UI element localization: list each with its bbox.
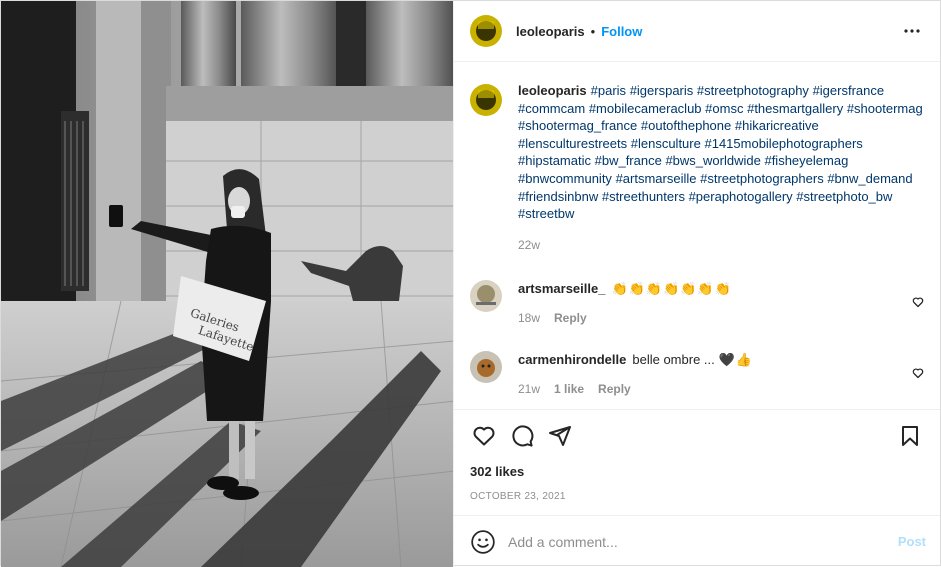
- hashtag-link[interactable]: #bws_worldwide: [665, 153, 760, 168]
- hashtag-link[interactable]: #peraphotogallery: [689, 189, 793, 204]
- comment-item: artsmarseille_ 👏👏👏👏👏👏👏 18w Reply: [470, 280, 924, 325]
- post-author-username[interactable]: leoleoparis: [516, 24, 585, 39]
- hashtag-link[interactable]: #streetphotography: [697, 83, 809, 98]
- follow-button[interactable]: Follow: [601, 24, 642, 39]
- hashtag-link[interactable]: #hikaricreative: [735, 118, 819, 133]
- avatar[interactable]: [470, 280, 502, 313]
- hashtag-link[interactable]: #1415mobilephotographers: [704, 136, 862, 151]
- comment-emoji: 👏👏👏👏👏👏👏: [611, 281, 732, 297]
- post-side-panel: leoleoparis • Follow leoleoparis #paris …: [453, 1, 940, 567]
- like-comment-heart-icon[interactable]: [912, 367, 924, 379]
- comment-emoji: 🖤👍: [718, 352, 754, 368]
- hashtag-link[interactable]: #streetbw: [518, 206, 574, 221]
- post-comment-button[interactable]: Post: [898, 534, 926, 549]
- hashtag-link[interactable]: #bw_france: [595, 153, 662, 168]
- bookmark-icon[interactable]: [896, 422, 924, 450]
- comment-input[interactable]: [508, 533, 898, 550]
- post-photo[interactable]: Galeries Lafayette: [1, 1, 453, 567]
- hashtag-link[interactable]: #commcam: [518, 101, 585, 116]
- caption-hashtags: #paris #igersparis #streetphotography #i…: [518, 83, 923, 221]
- instagram-post: Galeries Lafayette leoleoparis • Follow …: [0, 0, 941, 567]
- comment-timestamp[interactable]: 21w: [518, 382, 540, 396]
- post-header: leoleoparis • Follow: [454, 1, 940, 62]
- hashtag-link[interactable]: #outofthephone: [641, 118, 731, 133]
- avatar[interactable]: [470, 351, 502, 384]
- hashtag-link[interactable]: #hipstamatic: [518, 153, 591, 168]
- hashtag-link[interactable]: #igersparis: [630, 83, 694, 98]
- share-icon[interactable]: [546, 422, 574, 450]
- comment-likes-count[interactable]: 1 like: [554, 382, 584, 396]
- hashtag-link[interactable]: #shootermag_france: [518, 118, 637, 133]
- likes-count[interactable]: 302 likes: [470, 464, 924, 479]
- hashtag-link[interactable]: #lensculture: [631, 136, 701, 151]
- hashtag-link[interactable]: #shootermag: [847, 101, 923, 116]
- hashtag-link[interactable]: #artsmarseille: [616, 171, 697, 186]
- hashtag-link[interactable]: #fisheyelemag: [764, 153, 848, 168]
- comment-item: carmenhirondelle belle ombre ... 🖤👍 21w …: [470, 351, 924, 396]
- hashtag-link[interactable]: #lensculturestreets: [518, 136, 627, 151]
- post-actions: 302 likes OCTOBER 23, 2021: [454, 409, 940, 515]
- hashtag-link[interactable]: #bnwcommunity: [518, 171, 612, 186]
- avatar[interactable]: [470, 15, 502, 47]
- like-comment-heart-icon[interactable]: [912, 296, 924, 308]
- post-caption: leoleoparis #paris #igersparis #streetpho…: [470, 82, 924, 254]
- heart-icon[interactable]: [470, 422, 498, 450]
- caption-timestamp[interactable]: 22w: [518, 237, 924, 255]
- reply-button[interactable]: Reply: [554, 311, 587, 325]
- more-options-icon[interactable]: [900, 19, 924, 43]
- comment-username[interactable]: artsmarseille_: [518, 280, 605, 297]
- add-comment-bar: Post: [454, 515, 940, 567]
- caption-username[interactable]: leoleoparis: [518, 83, 587, 98]
- hashtag-link[interactable]: #friendsinbnw: [518, 189, 598, 204]
- comment-username[interactable]: carmenhirondelle: [518, 351, 626, 368]
- separator-dot: •: [590, 23, 596, 39]
- hashtag-link[interactable]: #thesmartgallery: [747, 101, 843, 116]
- hashtag-link[interactable]: #streethunters: [602, 189, 685, 204]
- post-date[interactable]: OCTOBER 23, 2021: [470, 491, 924, 502]
- comment-body: artsmarseille_ 👏👏👏👏👏👏👏 18w Reply: [518, 280, 898, 325]
- comment-body: carmenhirondelle belle ombre ... 🖤👍 21w …: [518, 351, 898, 396]
- user-avatar-image: [470, 84, 502, 116]
- reply-button[interactable]: Reply: [598, 382, 631, 396]
- street-photo-image: Galeries Lafayette: [1, 1, 453, 567]
- caption-body: leoleoparis #paris #igersparis #streetpho…: [518, 82, 924, 254]
- emoji-smiley-icon[interactable]: [470, 529, 496, 555]
- user-avatar-image: [470, 15, 502, 47]
- comment-icon[interactable]: [508, 422, 536, 450]
- avatar[interactable]: [470, 84, 502, 116]
- hashtag-link[interactable]: #omsc: [705, 101, 743, 116]
- hashtag-link[interactable]: #bnw_demand: [827, 171, 912, 186]
- hashtag-link[interactable]: #streetphotographers: [700, 171, 824, 186]
- comments-section[interactable]: leoleoparis #paris #igersparis #streetpho…: [454, 62, 940, 409]
- comment-timestamp[interactable]: 18w: [518, 311, 540, 325]
- commenter-avatar-image: [470, 351, 502, 384]
- hashtag-link[interactable]: #igersfrance: [813, 83, 885, 98]
- hashtag-link[interactable]: #mobilecameraclub: [589, 101, 702, 116]
- hashtag-link[interactable]: #streetphoto_bw: [796, 189, 892, 204]
- comment-text: belle ombre ...: [632, 352, 715, 368]
- commenter-avatar-image: [470, 280, 502, 313]
- hashtag-link[interactable]: #paris: [591, 83, 626, 98]
